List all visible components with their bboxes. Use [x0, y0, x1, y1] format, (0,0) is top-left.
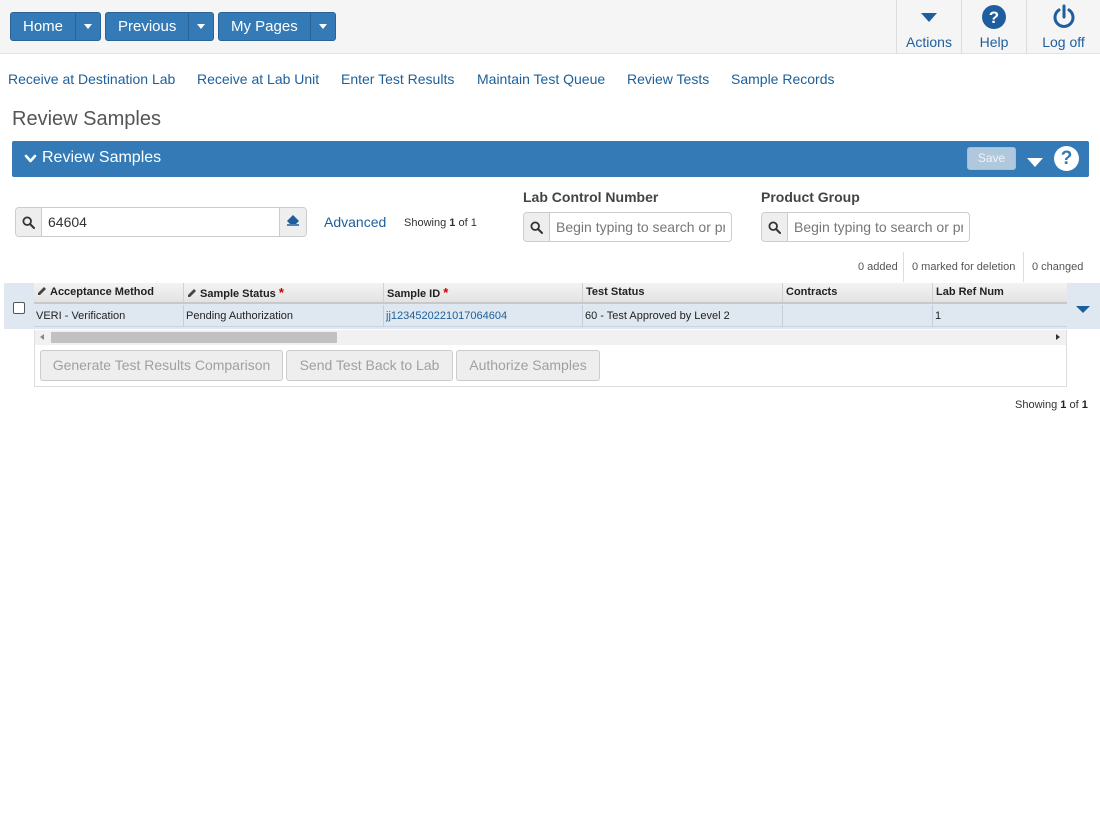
lab-control-number-field — [523, 212, 732, 242]
actions-menu-button[interactable]: Actions — [896, 0, 961, 53]
logoff-button[interactable]: Log off — [1026, 0, 1100, 53]
grid-actions: Generate Test Results Comparison Send Te… — [34, 345, 1067, 387]
cell-test-status: 60 - Test Approved by Level 2 — [583, 305, 783, 327]
change-counts: 0 added 0 marked for deletion 0 changed — [840, 252, 1090, 282]
page-title: Review Samples — [12, 108, 161, 130]
caret-down-icon — [318, 24, 327, 29]
advanced-search-link[interactable]: Advanced — [324, 214, 386, 230]
panel-header: Review Samples Save ? — [12, 141, 1089, 177]
pencil-icon — [37, 284, 47, 303]
clear-search-button[interactable] — [279, 208, 306, 236]
cell-lab-ref-num: 1 — [935, 310, 942, 322]
scroll-right-arrow[interactable] — [1056, 334, 1060, 340]
changed-count: 0 changed — [1032, 261, 1084, 273]
added-count: 0 added — [858, 261, 898, 273]
cell-acceptance-method[interactable]: VERI - Verification — [34, 305, 184, 327]
home-split-button: Home — [10, 12, 102, 41]
column-header-contracts[interactable]: Contracts — [783, 283, 933, 302]
showing-count-top: Showing 1 of 1 — [404, 217, 477, 229]
required-asterisk-icon: * — [443, 285, 449, 300]
svg-text:?: ? — [989, 8, 999, 27]
help-icon: ? — [981, 2, 1007, 32]
actions-label: Actions — [906, 34, 952, 50]
home-button[interactable]: Home — [11, 13, 76, 40]
column-header-sample-id[interactable]: Sample ID * — [384, 283, 583, 302]
column-header-test-status[interactable]: Test Status — [583, 283, 783, 302]
column-header-sample-status[interactable]: Sample Status * — [184, 283, 384, 302]
logoff-label: Log off — [1042, 34, 1085, 50]
chevron-down-icon[interactable] — [24, 152, 37, 170]
lab-control-number-input[interactable] — [550, 213, 731, 241]
cell-contracts — [783, 305, 933, 327]
scrollbar-thumb[interactable] — [51, 332, 337, 343]
mypages-button[interactable]: My Pages — [219, 13, 310, 40]
panel-help-icon[interactable]: ? — [1054, 146, 1079, 171]
save-button[interactable]: Save — [967, 147, 1016, 170]
row-select-checkbox[interactable] — [13, 302, 25, 314]
scroll-left-arrow[interactable] — [40, 334, 44, 340]
home-dropdown-toggle[interactable] — [75, 13, 101, 40]
divider — [1023, 252, 1024, 282]
link-sample-records[interactable]: Sample Records — [731, 71, 835, 87]
lab-control-number-label: Lab Control Number — [523, 189, 659, 205]
search-icon[interactable] — [762, 213, 788, 241]
help-label: Help — [979, 34, 1009, 50]
previous-button[interactable]: Previous — [106, 13, 189, 40]
panel-title[interactable]: Review Samples — [42, 149, 161, 167]
product-group-input[interactable] — [788, 213, 969, 241]
previous-dropdown-toggle[interactable] — [188, 13, 214, 40]
caret-down-icon — [197, 24, 206, 29]
caret-down-icon — [84, 24, 93, 29]
cell-sample-id-link[interactable]: jj1234520221017064604 — [384, 305, 583, 327]
generate-comparison-button[interactable]: Generate Test Results Comparison — [40, 350, 283, 381]
mypages-split-button: My Pages — [218, 12, 336, 41]
cell-sample-status[interactable]: Pending Authorization — [184, 305, 384, 327]
divider — [903, 252, 904, 282]
row-menu-caret-icon[interactable] — [1076, 301, 1090, 319]
pencil-icon — [187, 286, 197, 305]
caret-down-icon — [920, 2, 938, 32]
horizontal-scrollbar[interactable] — [34, 330, 1067, 345]
send-back-to-lab-button[interactable]: Send Test Back to Lab — [286, 350, 453, 381]
link-maintain-test-queue[interactable]: Maintain Test Queue — [477, 71, 605, 87]
link-review-tests[interactable]: Review Tests — [627, 71, 709, 87]
column-header-acceptance-method[interactable]: Acceptance Method — [34, 283, 184, 302]
search-input[interactable] — [42, 208, 279, 236]
grid-header: Acceptance Method Sample Status * Sample … — [34, 283, 1067, 304]
column-header-lab-ref-num[interactable]: Lab Ref Num — [933, 283, 1067, 302]
panel-menu-caret-icon[interactable] — [1027, 155, 1043, 173]
table-row[interactable]: VERI - Verification Pending Authorizatio… — [34, 305, 1067, 327]
mypages-dropdown-toggle[interactable] — [309, 13, 335, 40]
authorize-samples-button[interactable]: Authorize Samples — [456, 350, 600, 381]
product-group-field — [761, 212, 970, 242]
required-asterisk-icon: * — [278, 285, 284, 300]
deleted-count: 0 marked for deletion — [912, 261, 1016, 273]
product-group-label: Product Group — [761, 189, 860, 205]
link-receive-lab-unit[interactable]: Receive at Lab Unit — [197, 71, 319, 87]
showing-count-bottom: Showing 1 of 1 — [1015, 399, 1088, 411]
search-icon[interactable] — [16, 208, 42, 236]
top-navbar: Home Previous My Pages Actions ? Help Lo… — [0, 0, 1100, 54]
search-box — [15, 207, 307, 237]
help-button[interactable]: ? Help — [961, 0, 1026, 53]
previous-split-button: Previous — [105, 12, 215, 41]
link-enter-test-results[interactable]: Enter Test Results — [341, 71, 454, 87]
power-icon — [1051, 2, 1077, 32]
link-receive-destination-lab[interactable]: Receive at Destination Lab — [8, 71, 175, 87]
search-icon[interactable] — [524, 213, 550, 241]
eraser-icon — [286, 213, 300, 231]
